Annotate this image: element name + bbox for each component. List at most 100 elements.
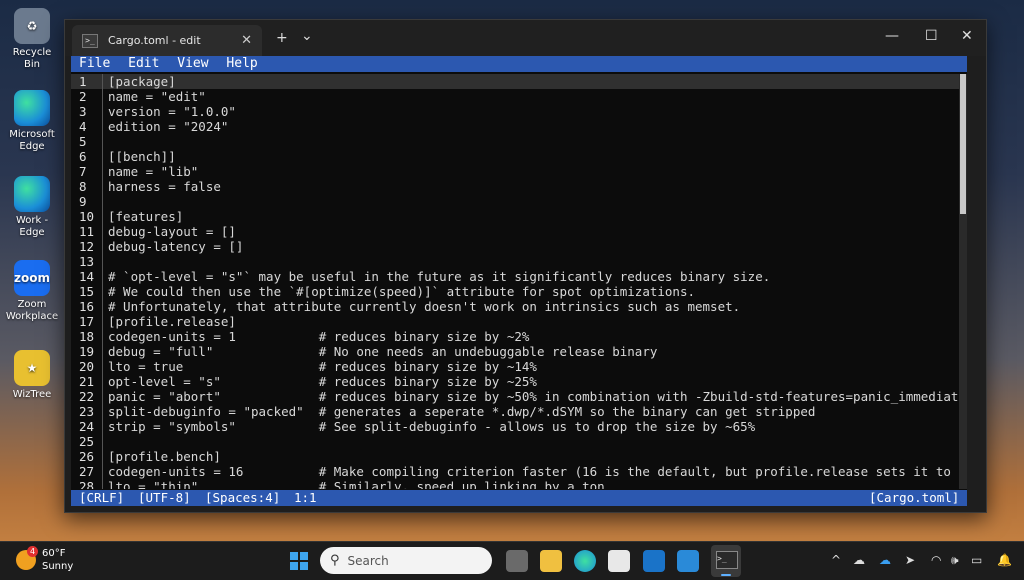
code-line[interactable]: 26 [profile.bench] xyxy=(71,449,959,464)
edge-icon xyxy=(14,90,50,126)
start-button[interactable] xyxy=(290,552,308,570)
minimize-button[interactable]: — xyxy=(885,28,899,44)
status-cursor-position[interactable]: 1:1 xyxy=(294,490,317,506)
line-number: 1 xyxy=(79,74,87,89)
gutter-separator xyxy=(102,224,103,239)
wifi-icon[interactable]: ◠ xyxy=(931,553,941,567)
code-line[interactable]: 20 lto = true # reduces binary size by ~1… xyxy=(71,359,959,374)
code-line[interactable]: 9 xyxy=(71,194,959,209)
onedrive-icon[interactable]: ☁ xyxy=(853,553,865,567)
line-text: debug = "full" # No one needs an undebug… xyxy=(108,344,658,359)
code-line[interactable]: 4 edition = "2024" xyxy=(71,119,959,134)
search-icon: ⚲ xyxy=(330,553,340,568)
vertical-scrollbar[interactable] xyxy=(959,74,967,489)
line-text: debug-latency = [] xyxy=(108,239,244,254)
tab-dropdown-button[interactable]: ⌄ xyxy=(301,28,313,44)
line-text: [package] xyxy=(108,74,176,89)
editor[interactable]: File Edit View Help 1 [package] 2 name = "e… xyxy=(71,56,967,506)
code-line[interactable]: 18 codegen-units = 1 # reduces binary siz… xyxy=(71,329,959,344)
maximize-button[interactable]: ☐ xyxy=(925,28,938,44)
tab-title: Cargo.toml - edit xyxy=(108,34,201,47)
task-view-icon[interactable] xyxy=(506,550,528,572)
gutter-separator xyxy=(102,404,103,419)
cloud-app-icon[interactable] xyxy=(677,550,699,572)
tab-close-icon[interactable]: ✕ xyxy=(241,33,252,48)
code-line[interactable]: 11 debug-layout = [] xyxy=(71,224,959,239)
onedrive-business-icon[interactable]: ☁ xyxy=(879,553,891,567)
code-line[interactable]: 24 strip = "symbols" # See split-debuginf… xyxy=(71,419,959,434)
tab-cargo-toml[interactable]: >_ Cargo.toml - edit ✕ xyxy=(72,25,262,56)
line-text: codegen-units = 1 # reduces binary size … xyxy=(108,329,530,344)
code-line[interactable]: 21 opt-level = "s" # reduces binary size … xyxy=(71,374,959,389)
terminal-taskbar-button[interactable]: >_ xyxy=(711,545,741,577)
chevron-up-icon[interactable]: ^ xyxy=(831,553,841,567)
line-text: codegen-units = 16 # Make compiling crit… xyxy=(108,464,959,479)
code-line[interactable]: 5 xyxy=(71,134,959,149)
menu-help[interactable]: Help xyxy=(226,56,257,71)
line-number: 11 xyxy=(79,224,95,239)
code-line[interactable]: 27 codegen-units = 16 # Make compiling cr… xyxy=(71,464,959,479)
menu-file[interactable]: File xyxy=(79,56,110,71)
code-line[interactable]: 25 xyxy=(71,434,959,449)
code-line[interactable]: 17 [profile.release] xyxy=(71,314,959,329)
code-line[interactable]: 16 # Unfortunately, that attribute curren… xyxy=(71,299,959,314)
notifications-icon[interactable]: 🔔 xyxy=(997,553,1012,567)
code-line[interactable]: 2 name = "edit" xyxy=(71,89,959,104)
status-encoding[interactable]: [UTF-8] xyxy=(138,490,191,506)
wiztree-icon: ★ xyxy=(14,350,50,386)
file-explorer-icon[interactable] xyxy=(540,550,562,572)
line-number: 25 xyxy=(79,434,95,449)
status-indent[interactable]: [Spaces:4] xyxy=(205,490,280,506)
speaker-icon[interactable]: 🕪 xyxy=(951,553,959,568)
menu-edit[interactable]: Edit xyxy=(128,56,159,71)
code-line[interactable]: 10 [features] xyxy=(71,209,959,224)
zoom-icon: zoom xyxy=(14,260,50,296)
gutter-separator xyxy=(102,479,103,489)
line-text: # Unfortunately, that attribute currentl… xyxy=(108,299,741,314)
new-tab-button[interactable]: + xyxy=(276,30,288,46)
line-number: 20 xyxy=(79,359,95,374)
powershell-icon: >_ xyxy=(82,33,98,48)
desktop-icon-recycle-bin[interactable]: ♻ Recycle Bin xyxy=(4,8,60,71)
desktop-icon-work-edge[interactable]: Work - Edge xyxy=(4,176,60,239)
code-line[interactable]: 14 # `opt-level = "s"` may be useful in t… xyxy=(71,269,959,284)
desktop-icon-zoom[interactable]: zoom Zoom Workplace xyxy=(4,260,60,323)
send-icon[interactable]: ➤ xyxy=(905,553,915,567)
status-line-ending[interactable]: [CRLF] xyxy=(79,490,124,506)
gutter-separator xyxy=(102,254,103,269)
status-bar: [CRLF] [UTF-8] [Spaces:4] 1:1 [Cargo.tom… xyxy=(71,490,967,506)
code-line[interactable]: 3 version = "1.0.0" xyxy=(71,104,959,119)
code-area[interactable]: 1 [package] 2 name = "edit" 3 version = "1.0.… xyxy=(71,74,959,489)
gutter-separator xyxy=(102,434,103,449)
code-line[interactable]: 23 split-debuginfo = "packed" # generates… xyxy=(71,404,959,419)
menu-view[interactable]: View xyxy=(177,56,208,71)
close-window-button[interactable]: ✕ xyxy=(961,28,973,44)
code-line[interactable]: 22 panic = "abort" # reduces binary size … xyxy=(71,389,959,404)
gutter-separator xyxy=(102,74,103,89)
line-text: opt-level = "s" # reduces binary size by… xyxy=(108,374,537,389)
store-icon[interactable] xyxy=(608,550,630,572)
title-bar[interactable]: >_ Cargo.toml - edit ✕ + ⌄ — ☐ ✕ xyxy=(65,20,986,56)
gutter-separator xyxy=(102,284,103,299)
code-line[interactable]: 12 debug-latency = [] xyxy=(71,239,959,254)
code-line[interactable]: 1 [package] xyxy=(71,74,959,89)
scrollbar-thumb[interactable] xyxy=(960,74,966,214)
outlook-icon[interactable] xyxy=(643,550,665,572)
code-line[interactable]: 8 harness = false xyxy=(71,179,959,194)
notification-badge: 4 xyxy=(27,546,38,557)
code-line[interactable]: 15 # We could then use the `#[optimize(sp… xyxy=(71,284,959,299)
edge-icon[interactable] xyxy=(574,550,596,572)
code-line[interactable]: 28 lto = "thin" # Similarly, speed up lin… xyxy=(71,479,959,489)
search-box[interactable]: ⚲ Search xyxy=(320,547,492,574)
code-line[interactable]: 19 debug = "full" # No one needs an undeb… xyxy=(71,344,959,359)
code-line[interactable]: 6 [[bench]] xyxy=(71,149,959,164)
battery-icon[interactable]: ▭ xyxy=(971,553,982,567)
code-line[interactable]: 13 xyxy=(71,254,959,269)
desktop-icon-microsoft-edge[interactable]: Microsoft Edge xyxy=(4,90,60,153)
desktop-icon-label: Microsoft Edge xyxy=(9,129,55,152)
line-number: 3 xyxy=(79,104,87,119)
search-placeholder: Search xyxy=(347,553,389,568)
desktop-icon-wiztree[interactable]: ★ WizTree xyxy=(4,350,60,401)
weather-widget[interactable]: 60°F Sunny xyxy=(42,547,73,573)
code-line[interactable]: 7 name = "lib" xyxy=(71,164,959,179)
